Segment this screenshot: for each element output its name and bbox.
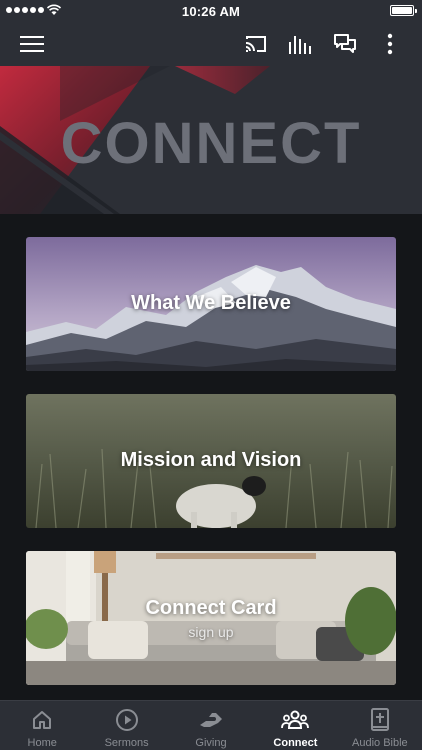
more-vertical-icon <box>387 33 393 55</box>
battery-icon <box>390 5 417 16</box>
card-connect-card[interactable]: Connect Card sign up <box>26 551 396 685</box>
tab-label: Giving <box>195 737 227 749</box>
status-time: 10:26 AM <box>181 4 241 19</box>
connect-content-list: What We Believe Mission and Vision Conne… <box>0 214 422 700</box>
card-mission-and-vision[interactable]: Mission and Vision <box>26 394 396 528</box>
card-title: Mission and Vision <box>120 449 302 471</box>
page-title: CONNECT <box>60 111 362 176</box>
tab-label: Audio Bible <box>352 737 408 749</box>
audio-bars-icon <box>289 36 311 54</box>
menu-button[interactable] <box>18 30 46 58</box>
card-title: What We Believe <box>131 292 291 314</box>
play-circle-icon <box>115 709 138 731</box>
status-bar: 10:26 AM <box>0 0 422 22</box>
more-options-button[interactable] <box>376 30 404 58</box>
tab-audio-bible[interactable]: Audio Bible <box>338 701 422 750</box>
cast-icon <box>245 36 266 52</box>
cast-button[interactable] <box>242 30 270 58</box>
card-what-we-believe[interactable]: What We Believe <box>26 237 396 371</box>
tab-label: Sermons <box>104 737 149 749</box>
bible-icon <box>370 708 389 731</box>
chat-icon <box>334 34 356 53</box>
people-icon <box>281 710 310 729</box>
tab-label: Home <box>27 737 57 749</box>
giving-hand-icon <box>200 713 223 727</box>
audio-button[interactable] <box>286 30 314 58</box>
tab-sermons[interactable]: Sermons <box>84 701 168 750</box>
card-subtitle: sign up <box>188 624 234 640</box>
menu-icon <box>20 36 44 52</box>
top-navigation-bar <box>0 22 422 66</box>
connect-hero-banner: CONNECT <box>0 66 422 214</box>
bottom-tab-bar: Home Sermons Giving Connect Audio Bible <box>0 700 422 750</box>
tab-connect[interactable]: Connect <box>253 701 337 750</box>
tab-home[interactable]: Home <box>0 701 84 750</box>
tab-label: Connect <box>273 737 318 749</box>
home-icon <box>33 711 52 729</box>
tab-giving[interactable]: Giving <box>169 701 253 750</box>
chat-button[interactable] <box>331 30 359 58</box>
card-title: Connect Card <box>145 597 277 619</box>
